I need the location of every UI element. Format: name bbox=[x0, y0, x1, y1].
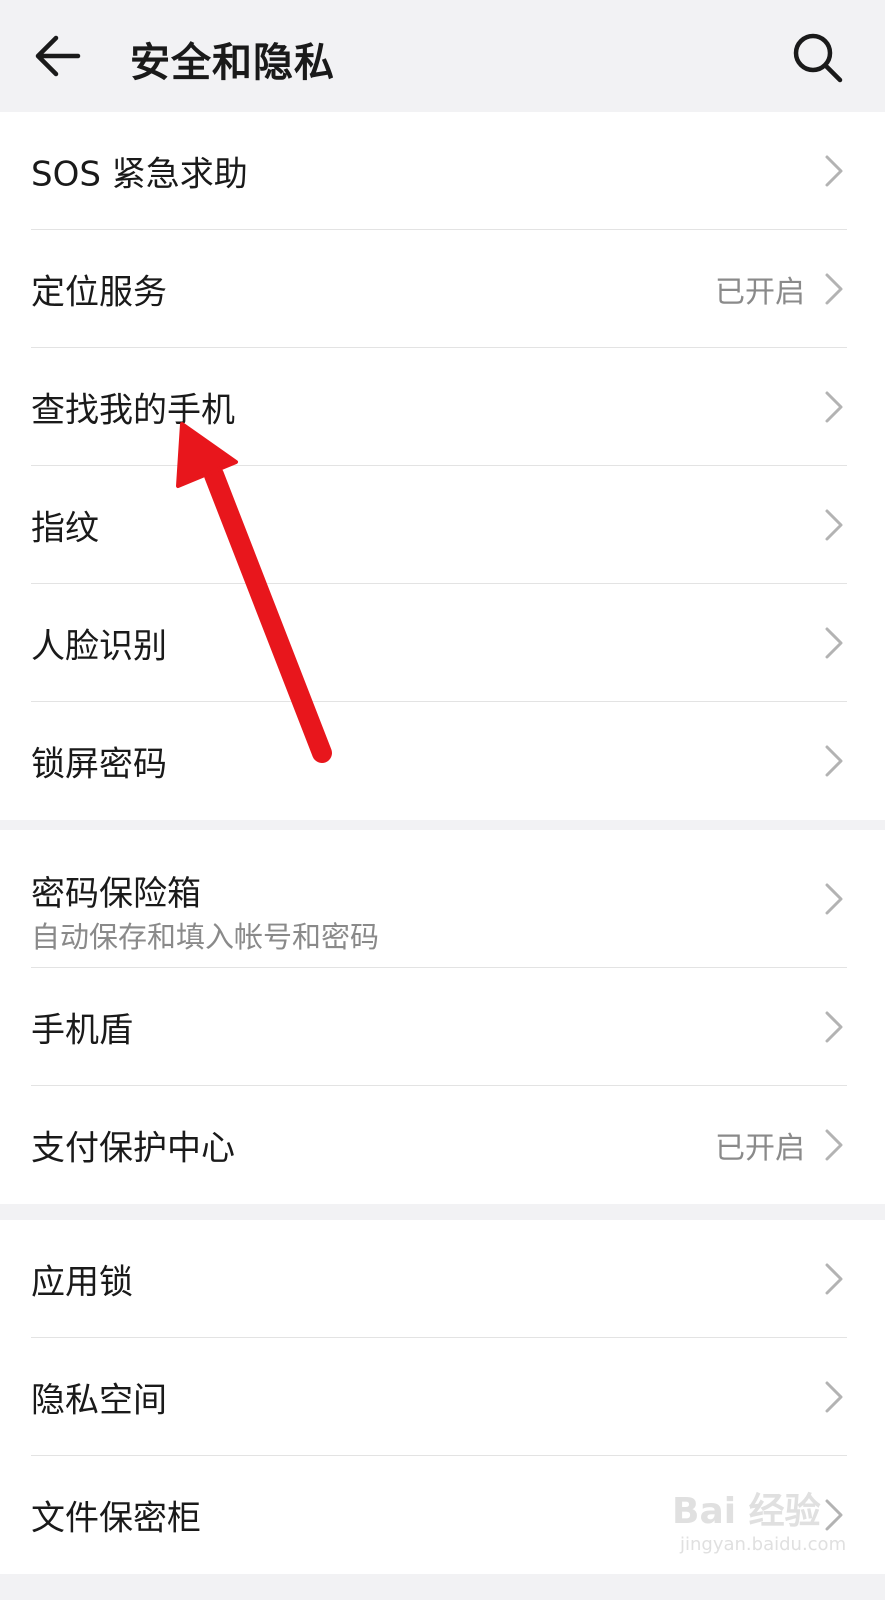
status-text: 已开启 bbox=[715, 1131, 805, 1166]
chevron-right-icon bbox=[825, 883, 843, 915]
chevron-right-icon bbox=[825, 1263, 843, 1295]
chevron-right-icon bbox=[825, 1381, 843, 1413]
page-title: 安全和隐私 bbox=[130, 40, 335, 86]
settings-group-security: SOS 紧急求助 定位服务 已开启 查找我的手机 指纹 人脸识别 锁屏密码 bbox=[0, 112, 885, 820]
watermark: Bai 经验 jingyan.baidu.com bbox=[672, 1468, 872, 1578]
chevron-right-icon bbox=[825, 509, 843, 541]
menu-item-label: 密码保险箱 bbox=[31, 874, 201, 914]
watermark-logo: Bai 经验 bbox=[672, 1491, 821, 1532]
menu-item-label: 锁屏密码 bbox=[31, 744, 167, 785]
menu-item-label: 定位服务 bbox=[31, 272, 167, 313]
menu-item-payment-protection[interactable]: 支付保护中心 已开启 bbox=[0, 1086, 885, 1204]
menu-item-label: 应用锁 bbox=[31, 1262, 133, 1303]
menu-item-label: 支付保护中心 bbox=[31, 1128, 235, 1169]
menu-item-app-lock[interactable]: 应用锁 bbox=[0, 1220, 885, 1338]
menu-item-sos[interactable]: SOS 紧急求助 bbox=[0, 112, 885, 230]
back-arrow-icon[interactable] bbox=[30, 26, 90, 86]
menu-item-find-my-phone[interactable]: 查找我的手机 bbox=[0, 348, 885, 466]
menu-item-label: 人脸识别 bbox=[31, 626, 167, 667]
search-icon[interactable] bbox=[790, 30, 844, 84]
settings-group-payment: 密码保险箱 自动保存和填入帐号和密码 手机盾 支付保护中心 已开启 bbox=[0, 830, 885, 1204]
menu-item-label: 文件保密柜 bbox=[31, 1498, 201, 1539]
menu-item-private-space[interactable]: 隐私空间 bbox=[0, 1338, 885, 1456]
menu-item-label: 指纹 bbox=[31, 508, 99, 549]
menu-item-label: 查找我的手机 bbox=[31, 390, 235, 431]
menu-item-label: 手机盾 bbox=[31, 1010, 133, 1051]
menu-item-phone-shield[interactable]: 手机盾 bbox=[0, 968, 885, 1086]
chevron-right-icon bbox=[825, 273, 843, 305]
menu-item-lock-screen-password[interactable]: 锁屏密码 bbox=[0, 702, 885, 820]
menu-item-subtitle: 自动保存和填入帐号和密码 bbox=[31, 920, 380, 954]
menu-item-location[interactable]: 定位服务 已开启 bbox=[0, 230, 885, 348]
chevron-right-icon bbox=[825, 391, 843, 423]
menu-item-face-recognition[interactable]: 人脸识别 bbox=[0, 584, 885, 702]
menu-item-fingerprint[interactable]: 指纹 bbox=[0, 466, 885, 584]
title-bar: 安全和隐私 bbox=[0, 0, 885, 114]
menu-item-password-vault[interactable]: 密码保险箱 自动保存和填入帐号和密码 bbox=[0, 830, 885, 968]
chevron-right-icon bbox=[825, 155, 843, 187]
chevron-right-icon bbox=[825, 1129, 843, 1161]
watermark-url: jingyan.baidu.com bbox=[680, 1534, 847, 1555]
chevron-right-icon bbox=[825, 745, 843, 777]
status-text: 已开启 bbox=[715, 275, 805, 310]
menu-item-label: SOS 紧急求助 bbox=[31, 154, 248, 195]
chevron-right-icon bbox=[825, 1011, 843, 1043]
chevron-right-icon bbox=[825, 627, 843, 659]
menu-item-label: 隐私空间 bbox=[31, 1380, 167, 1421]
